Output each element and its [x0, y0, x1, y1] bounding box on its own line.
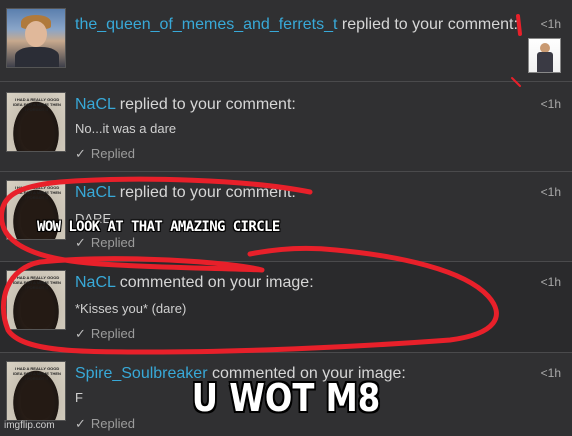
replied-status[interactable]: ✓ Replied — [75, 235, 135, 251]
timestamp: <1h — [540, 366, 561, 380]
notification-action: replied to your comment: — [119, 96, 296, 113]
avatar-face — [25, 21, 47, 47]
notification-feed: the_queen_of_memes_and_ferrets_t replied… — [0, 0, 572, 436]
notification-action: replied to your comment: — [341, 16, 518, 33]
notification-message: the_queen_of_memes_and_ferrets_t replied… — [75, 14, 525, 35]
notification-message: NaCL commented on your image: — [75, 272, 525, 293]
user-avatar[interactable] — [6, 8, 66, 68]
check-icon: ✓ — [75, 146, 86, 161]
timestamp: <1h — [540, 185, 561, 199]
username-link[interactable]: the_queen_of_memes_and_ferrets_t — [75, 16, 337, 33]
replied-status[interactable]: ✓ Replied — [75, 146, 135, 162]
image-thumbnail[interactable] — [528, 38, 561, 73]
avatar-coat — [15, 47, 59, 67]
user-avatar[interactable]: I HAD A REALLY GOOD IDEA FOR A MEME THEN… — [6, 270, 66, 330]
meme-top-text: WOW LOOK AT THAT AMAZING CIRCLE — [37, 219, 280, 235]
user-avatar[interactable]: I HAD A REALLY GOOD IDEA FOR A MEME THEN… — [6, 92, 66, 152]
avatar-face — [21, 289, 53, 329]
notification-action: commented on your image: — [119, 274, 314, 291]
username-link[interactable]: NaCL — [75, 96, 115, 113]
timestamp: <1h — [540, 275, 561, 289]
notification-item[interactable]: the_queen_of_memes_and_ferrets_t replied… — [0, 0, 572, 82]
avatar-face — [21, 111, 53, 151]
avatar-caption: I HAD A REALLY GOOD IDEA FOR A MEME THEN… — [13, 275, 61, 290]
check-icon: ✓ — [75, 235, 86, 250]
timestamp: <1h — [540, 17, 561, 31]
timestamp: <1h — [540, 97, 561, 111]
username-link[interactable]: NaCL — [75, 184, 115, 201]
check-icon: ✓ — [75, 326, 86, 341]
notification-item[interactable]: I HAD A REALLY GOOD IDEA FOR A MEME THEN… — [0, 82, 572, 172]
avatar-caption: I HAD A REALLY GOOD IDEA FOR A MEME THEN… — [13, 185, 61, 200]
replied-label: Replied — [90, 146, 135, 161]
replied-status[interactable]: ✓ Replied — [75, 326, 135, 342]
meme-bottom-text: U WOT M8 — [191, 376, 381, 420]
notification-message: NaCL replied to your comment: — [75, 182, 525, 203]
avatar-caption: I HAD A REALLY GOOD IDEA FOR A MEME THEN… — [13, 97, 61, 112]
notification-message: NaCL replied to your comment: — [75, 94, 525, 115]
comment-text: No...it was a dare — [75, 121, 177, 136]
comment-text: *Kisses you* (dare) — [75, 301, 187, 316]
notification-item[interactable]: I HAD A REALLY GOOD IDEA FOR A MEME THEN… — [0, 262, 572, 353]
imgflip-watermark: imgflip.com — [4, 420, 55, 431]
thumbnail-body — [537, 52, 553, 72]
username-link[interactable]: NaCL — [75, 274, 115, 291]
replied-label: Replied — [90, 326, 135, 341]
replied-label: Replied — [90, 235, 135, 250]
notification-action: replied to your comment: — [119, 184, 296, 201]
notification-item[interactable]: I HAD A REALLY GOOD IDEA FOR A MEME THEN… — [0, 172, 572, 262]
